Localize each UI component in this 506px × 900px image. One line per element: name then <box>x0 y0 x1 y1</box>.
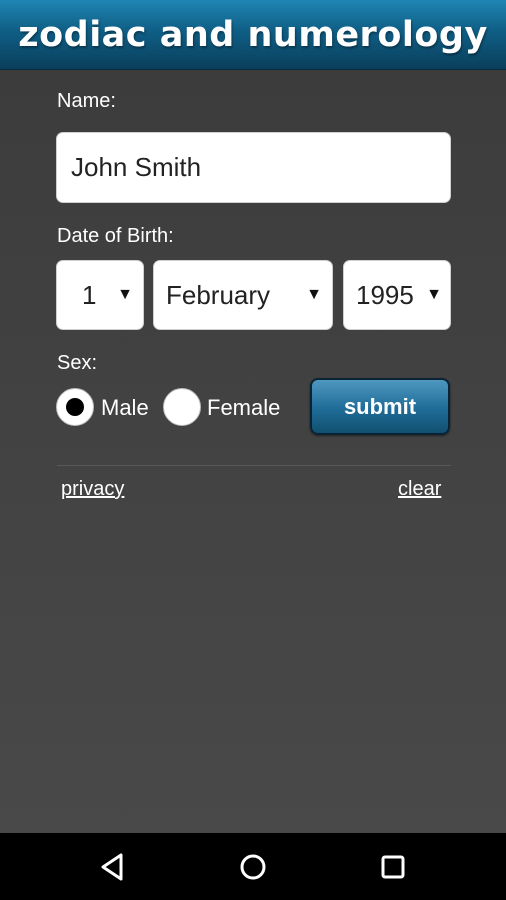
privacy-link[interactable]: privacy <box>61 478 124 501</box>
year-select[interactable]: 1995 ▼ <box>343 260 451 330</box>
chevron-down-icon: ▼ <box>306 286 322 303</box>
dob-label: Date of Birth: <box>57 225 174 247</box>
female-radio[interactable] <box>163 388 201 426</box>
name-input[interactable] <box>56 132 451 203</box>
month-value: February <box>166 279 271 310</box>
month-select[interactable]: February ▼ <box>153 260 333 330</box>
back-icon[interactable] <box>83 833 143 900</box>
day-select[interactable]: 1 ▼ <box>56 260 144 330</box>
year-value: 1995 <box>356 279 414 310</box>
app-title: zodiac and numerology <box>18 14 488 55</box>
clear-link[interactable]: clear <box>398 478 441 501</box>
sex-label: Sex: <box>57 352 98 374</box>
female-label: Female <box>207 395 281 420</box>
navigation-bar <box>0 833 506 900</box>
home-icon[interactable] <box>223 833 283 900</box>
male-label: Male <box>101 395 149 420</box>
divider <box>57 465 451 466</box>
app-header: zodiac and numerology <box>0 0 506 70</box>
name-label: Name: <box>57 90 116 112</box>
chevron-down-icon: ▼ <box>117 286 133 303</box>
recent-apps-icon[interactable] <box>363 833 423 900</box>
day-value: 1 <box>82 279 97 310</box>
radio-selected-dot <box>66 398 84 416</box>
submit-button[interactable]: submit <box>310 378 450 435</box>
male-radio[interactable] <box>56 388 94 426</box>
chevron-down-icon: ▼ <box>426 286 442 303</box>
